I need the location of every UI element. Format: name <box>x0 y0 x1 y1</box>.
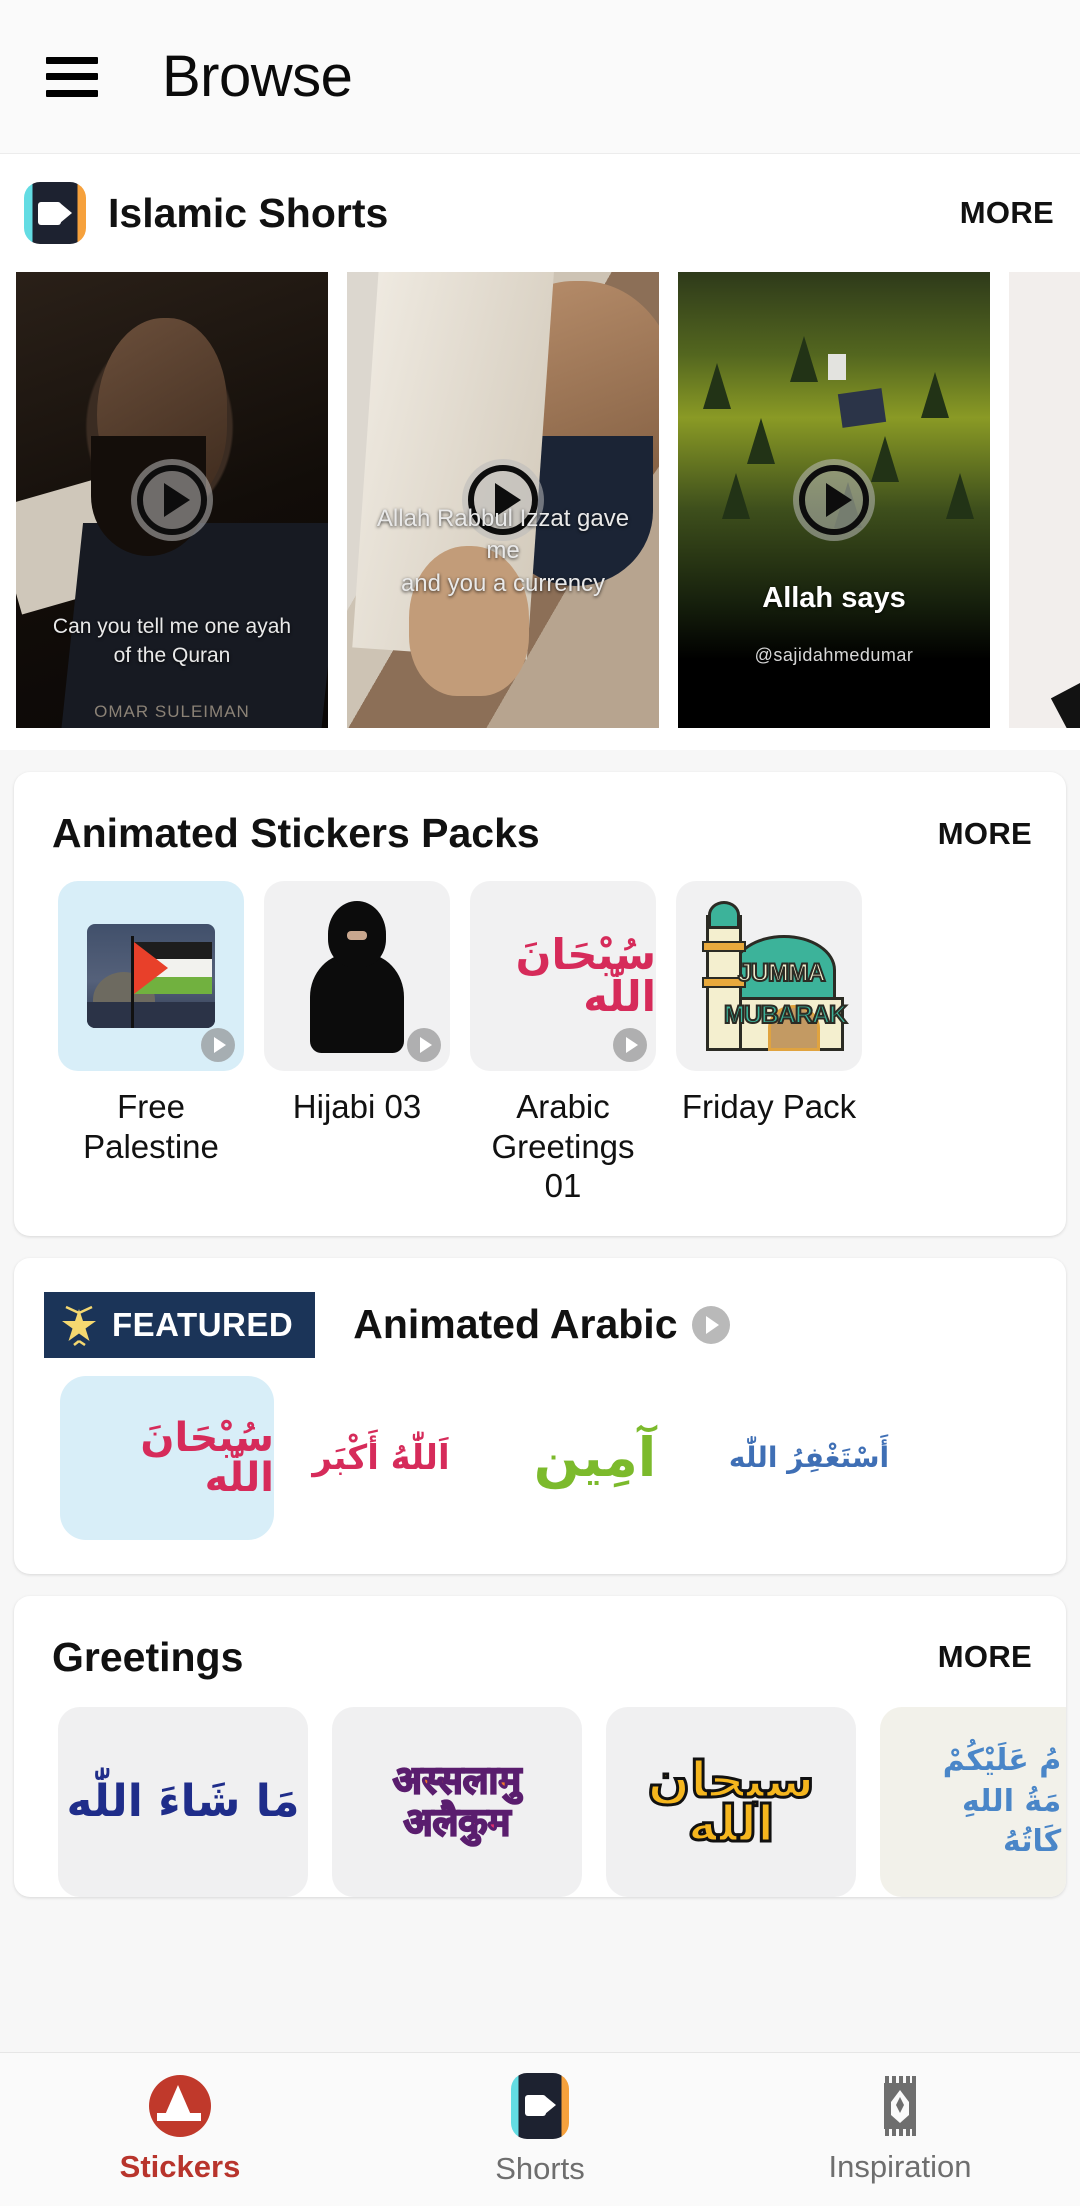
sticker-pack-label: Friday Pack <box>681 1088 857 1125</box>
play-icon[interactable] <box>201 1028 235 1062</box>
short-video-card[interactable]: Allah says @sajidahmedumar <box>678 272 990 728</box>
sticker-pack-thumbnail <box>58 881 244 1071</box>
tab-shorts-label: Shorts <box>495 2150 585 2186</box>
play-icon[interactable] <box>131 459 213 541</box>
video-caption: Can you tell me one ayah of the Quran <box>52 615 292 667</box>
sticker-pack-item[interactable]: سُبْحَانَ اللّٰه Arabic Greetings 01 <box>470 881 656 1206</box>
video-caption: Allah Rabbul Izzat gave me and you a cur… <box>376 504 630 597</box>
sticker-pack-item[interactable]: JUMMA MUBARAK Friday Pack <box>676 881 862 1206</box>
greeting-sticker-item[interactable]: مَا شَاءَ اللّٰه <box>58 1706 308 1897</box>
islamic-shorts-section: Islamic Shorts MORE Can you tell me one … <box>0 154 1080 750</box>
hamburger-bar <box>46 56 98 64</box>
hamburger-bar <box>46 73 98 80</box>
greeting-sticker-item[interactable]: سبحان الله <box>606 1706 856 1897</box>
stickers-section-title: Animated Stickers Packs <box>52 810 540 856</box>
tab-stickers-label: Stickers <box>119 2148 241 2184</box>
sticker-dome-icon <box>149 2074 211 2137</box>
prayer-rug-icon <box>878 2075 922 2137</box>
sticker-pack-thumbnail <box>264 881 450 1071</box>
featured-sticker-item[interactable]: سُبْحَانَ اللّٰه <box>60 1375 274 1540</box>
sticker-pack-label: Hijabi 03 <box>292 1088 422 1125</box>
hindi-sticker-line1: अस्सलामु <box>392 1757 522 1802</box>
hamburger-menu-icon[interactable] <box>46 56 98 97</box>
greetings-carousel[interactable]: مَا شَاءَ اللّٰه अस्सलामु अलैकुम سبحان ا… <box>14 1681 1066 1897</box>
sticker-pack-label: Free Palestine <box>83 1088 219 1165</box>
arabic-sticker-glyph: سُبْحَانَ اللّٰه <box>140 1414 274 1501</box>
greeting-sticker-item[interactable]: अस्सलामु अलैकुम <box>332 1706 582 1897</box>
content-scroll-area[interactable]: Islamic Shorts MORE Can you tell me one … <box>0 154 1080 2206</box>
stickers-header: Animated Stickers Packs MORE <box>14 772 1066 857</box>
play-icon[interactable] <box>407 1028 441 1062</box>
stickers-more-button[interactable]: MORE <box>938 816 1032 852</box>
featured-badge-label: FEATURED <box>112 1305 294 1343</box>
hindi-sticker-line2: अलैकुम <box>403 1799 512 1844</box>
sticker-pack-thumbnail: سُبْحَانَ اللّٰه <box>470 881 656 1071</box>
arabic-sticker-glyph: سُبْحَانَ اللّٰه <box>515 930 656 1021</box>
video-camera-icon <box>24 182 86 244</box>
greeting-sticker-item[interactable]: مُ عَلَيْكُمْ مَةُ اللهِ كَاتُهُ <box>880 1706 1066 1897</box>
arabic-sticker-line2: مَةُ اللهِ <box>961 1783 1062 1819</box>
greetings-header: Greetings MORE <box>14 1596 1066 1681</box>
arabic-sticker-glyph: آمِين <box>533 1425 657 1489</box>
featured-sticker-item[interactable]: اَللّٰهُ أَكْبَر <box>274 1376 488 1540</box>
featured-sticker-item[interactable]: أَسْتَغْفِرُ اللّٰه <box>702 1376 916 1540</box>
sticker-pack-item[interactable]: Hijabi 03 <box>264 881 450 1206</box>
play-icon[interactable] <box>793 459 875 541</box>
islamic-shorts-more-button[interactable]: MORE <box>960 195 1054 231</box>
star-icon <box>58 1304 100 1346</box>
featured-badge: FEATURED <box>44 1291 316 1358</box>
tab-shorts[interactable]: Shorts <box>360 2072 720 2187</box>
sticker-pack-thumbnail: JUMMA MUBARAK <box>676 881 862 1071</box>
featured-title: Animated Arabic <box>353 1301 678 1348</box>
short-video-card[interactable]: Allah Rabbul Izzat gave me and you a cur… <box>347 272 659 728</box>
bottom-tab-bar: Stickers Shorts Inspiration <box>0 2052 1080 2206</box>
app-bar: Browse <box>0 0 1080 154</box>
featured-header: FEATURED Animated Arabic <box>14 1258 1066 1358</box>
featured-items-row[interactable]: سُبْحَانَ اللّٰه اَللّٰهُ أَكْبَر آمِين … <box>14 1358 1066 1574</box>
video-handle: @sajidahmedumar <box>754 645 914 665</box>
tab-inspiration-label: Inspiration <box>828 2148 972 2184</box>
short-video-card[interactable] <box>1009 272 1080 728</box>
greetings-section-title: Greetings <box>52 1633 244 1680</box>
mosque-word-top: JUMMA <box>737 958 827 988</box>
play-icon[interactable] <box>613 1028 647 1062</box>
video-caption: Allah says <box>762 581 906 614</box>
sticker-pack-item[interactable]: Free Palestine <box>58 881 244 1206</box>
hamburger-bar <box>46 89 98 97</box>
greetings-section: Greetings MORE مَا شَاءَ اللّٰه अस्सलामु… <box>14 1595 1066 1897</box>
stickers-carousel[interactable]: Free Palestine Hijabi 03 سُبْحَانَ اللّٰ… <box>14 857 1066 1236</box>
arabic-sticker-line3: كَاتُهُ <box>1003 1824 1062 1860</box>
islamic-shorts-header: Islamic Shorts MORE <box>0 182 1080 244</box>
arabic-sticker-glyph: اَللّٰهُ أَكْبَر <box>312 1437 450 1478</box>
video-camera-icon <box>511 2072 569 2139</box>
mosque-word-bottom: MUBARAK <box>723 1000 848 1030</box>
tab-stickers[interactable]: Stickers <box>0 2074 360 2185</box>
tab-inspiration[interactable]: Inspiration <box>720 2075 1080 2185</box>
jumma-mubarak-mosque-icon: JUMMA MUBARAK <box>694 901 848 1051</box>
sticker-pack-label: Arabic Greetings 01 <box>491 1088 635 1205</box>
arabic-sticker-glyph: أَسْتَغْفِرُ اللّٰه <box>728 1440 890 1474</box>
featured-sticker-item[interactable]: آمِين <box>488 1376 702 1540</box>
palestine-flag-icon <box>87 924 215 1028</box>
featured-section: FEATURED Animated Arabic سُبْحَانَ اللّٰ… <box>14 1257 1066 1574</box>
islamic-shorts-title: Islamic Shorts <box>108 189 389 236</box>
short-video-card[interactable]: Can you tell me one ayah of the Quran OM… <box>16 272 328 728</box>
video-signature: OMAR SULEIMAN <box>94 702 250 721</box>
arabic-sticker-glyph: مَا شَاءَ اللّٰه <box>66 1775 300 1827</box>
play-icon[interactable] <box>691 1305 730 1344</box>
hijabi-icon <box>309 901 405 1053</box>
greetings-more-button[interactable]: MORE <box>938 1639 1032 1675</box>
animated-stickers-packs-section: Animated Stickers Packs MORE Free Palest… <box>14 772 1066 1236</box>
arabic-sticker-line1: مُ عَلَيْكُمْ <box>942 1743 1062 1779</box>
video-thumbnail <box>1009 272 1080 728</box>
shorts-carousel[interactable]: Can you tell me one ayah of the Quran OM… <box>0 272 1080 728</box>
page-title: Browse <box>162 44 353 109</box>
